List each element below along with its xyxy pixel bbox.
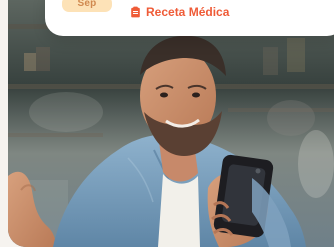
appointment-card[interactable]: Sep Receta Médica bbox=[45, 0, 334, 36]
month-badge: Sep bbox=[62, 0, 112, 12]
prescription-label: Receta Médica bbox=[130, 4, 229, 20]
clipboard-icon bbox=[130, 6, 141, 18]
screen: Sep Receta Médica bbox=[0, 0, 334, 247]
hero-photo bbox=[8, 0, 334, 247]
prescription-text: Receta Médica bbox=[146, 5, 230, 19]
